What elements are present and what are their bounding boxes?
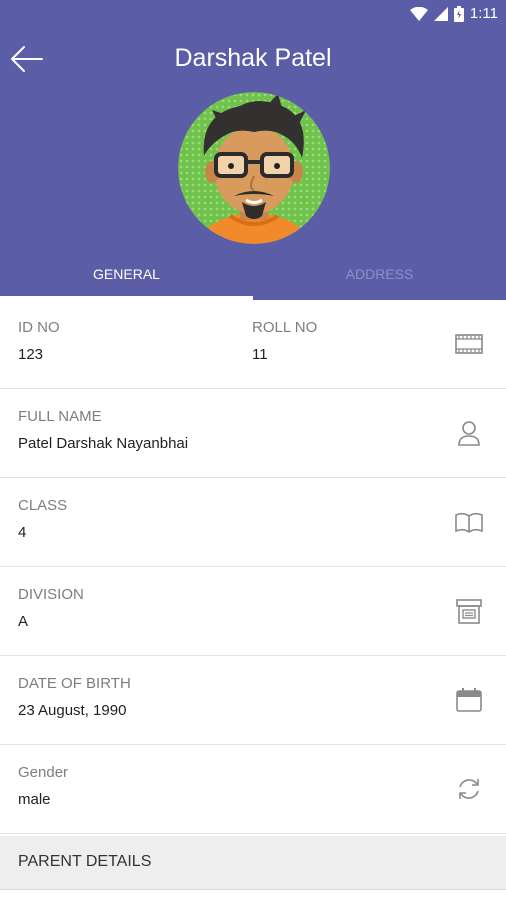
person-icon	[458, 421, 480, 446]
id-no-value: 123	[18, 346, 44, 363]
class-value: 4	[18, 524, 27, 541]
roll-no-value: 11	[252, 346, 268, 363]
battery-icon	[453, 5, 464, 22]
archive-icon	[456, 599, 482, 624]
signal-icon	[433, 6, 448, 21]
book-icon	[455, 512, 483, 533]
division-label: DIVISION	[18, 586, 84, 603]
tab-address[interactable]: ADDRESS	[253, 252, 506, 300]
full-name-label: FULL NAME	[18, 408, 102, 425]
parent-details-label: PARENT DETAILS	[18, 853, 152, 870]
wifi-icon	[409, 6, 428, 21]
page-title: Darshak Patel	[174, 44, 332, 72]
gender-value: male	[18, 791, 51, 808]
list-item-dob: DATE OF BIRTH 23 August, 1990	[0, 656, 506, 745]
id-no-label: ID NO	[18, 319, 60, 336]
list-item-id-roll: ID NO 123 ROLL NO 11	[0, 300, 506, 389]
profile-header: 1:11 Darshak Patel GENERAL ADDRESS	[0, 0, 506, 300]
list-item-class: CLASS 4	[0, 478, 506, 567]
class-label: CLASS	[18, 497, 68, 514]
dob-label: DATE OF BIRTH	[18, 675, 131, 692]
calendar-icon	[456, 688, 482, 712]
status-bar: 1:11	[0, 0, 506, 30]
list-item-gender: Gender male	[0, 745, 506, 834]
tab-general[interactable]: GENERAL	[0, 252, 253, 300]
cartoon-avatar-image	[178, 92, 330, 244]
list-item-full-name: FULL NAME Patel Darshak Nayanbhai	[0, 389, 506, 478]
status-time: 1:11	[469, 5, 498, 22]
division-value: A	[18, 613, 29, 630]
refresh-icon	[459, 779, 479, 799]
dob-value: 23 August, 1990	[18, 702, 127, 719]
parent-details-section[interactable]: PARENT DETAILS	[0, 836, 506, 890]
id-card-icon	[455, 334, 483, 354]
tab-bar: GENERAL ADDRESS	[0, 252, 506, 300]
avatar	[178, 92, 330, 244]
roll-no-label: ROLL NO	[252, 319, 318, 336]
details-list: ID NO 123 ROLL NO 11 FULL NAME Patel Dar…	[0, 300, 506, 834]
full-name-value: Patel Darshak Nayanbhai	[18, 435, 189, 452]
list-item-division: DIVISION A	[0, 567, 506, 656]
gender-label: Gender	[18, 764, 69, 781]
